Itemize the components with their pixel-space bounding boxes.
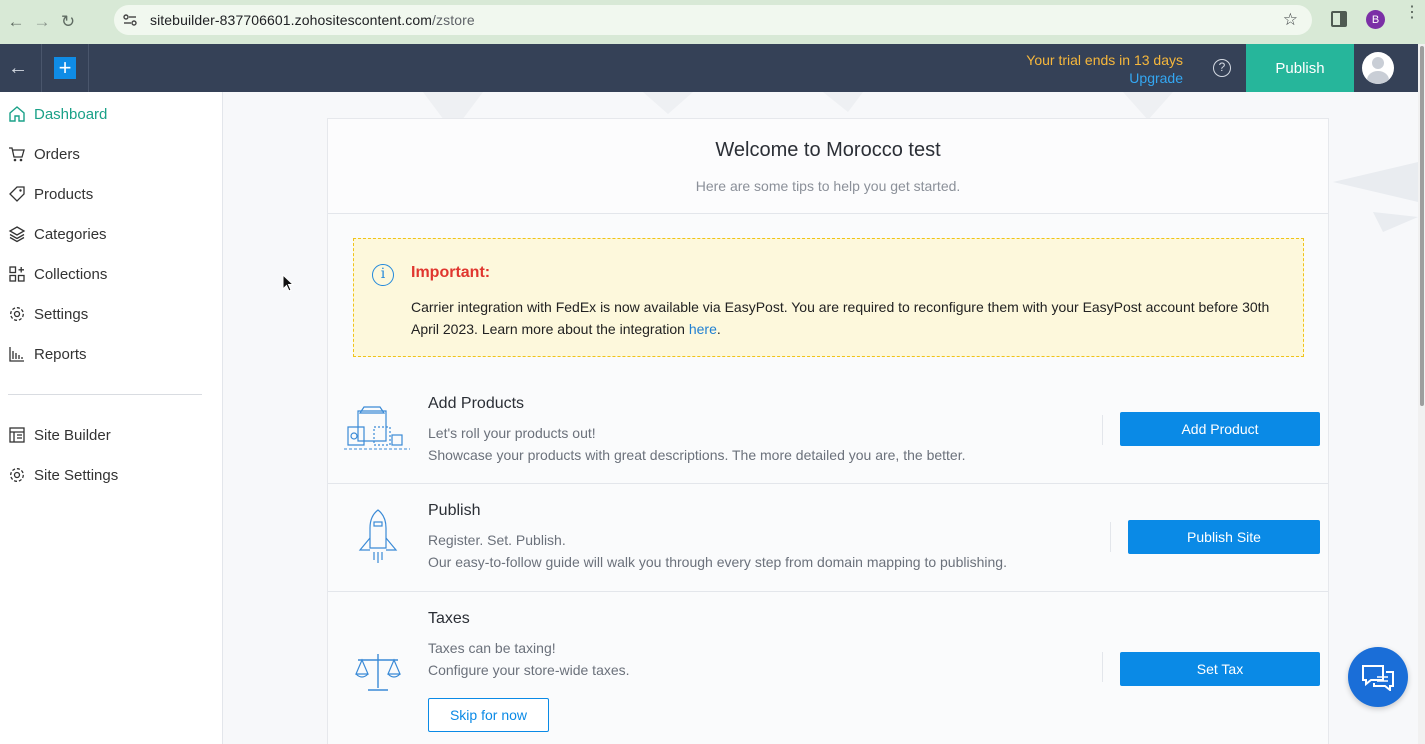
step-divider: [1102, 652, 1103, 682]
gear-icon: [8, 466, 26, 484]
reload-icon[interactable]: ↻: [57, 11, 79, 33]
upgrade-link[interactable]: Upgrade: [1010, 69, 1183, 87]
side-panel-icon[interactable]: [1331, 11, 1347, 27]
site-settings-icon[interactable]: [116, 6, 144, 34]
chat-support-button[interactable]: [1348, 647, 1408, 707]
step-tagline: Register. Set. Publish.: [428, 532, 566, 548]
sidebar-item-products[interactable]: Products: [0, 174, 222, 214]
notice-body: Carrier integration with FedEx is now av…: [411, 299, 1270, 337]
sidebar-item-label: Products: [34, 185, 94, 203]
page-title: Welcome to Morocco test: [715, 139, 941, 161]
sidebar-item-settings[interactable]: Settings: [0, 294, 222, 334]
browser-profile-avatar[interactable]: B: [1366, 10, 1385, 29]
welcome-header: Welcome to Morocco test Here are some ti…: [328, 119, 1328, 214]
scale-illustration-icon: [354, 652, 402, 697]
bar-chart-icon: [8, 345, 26, 363]
trial-text: Your trial ends in 13 days: [1026, 52, 1183, 68]
address-bar[interactable]: sitebuilder-837706601.zohositescontent.c…: [114, 5, 1312, 35]
publish-site-button[interactable]: Publish Site: [1128, 520, 1320, 554]
user-avatar[interactable]: [1362, 52, 1394, 84]
sidebar-item-label: Collections: [34, 265, 108, 283]
step-separator: [328, 483, 1328, 484]
sidebar-item-categories[interactable]: Categories: [0, 214, 222, 254]
step-title: Publish: [428, 502, 481, 519]
products-illustration-icon: [344, 405, 410, 458]
page-subtitle: Here are some tips to help you get start…: [695, 178, 961, 194]
sidebar-item-dashboard[interactable]: Dashboard: [0, 94, 222, 134]
help-icon[interactable]: ?: [1213, 59, 1231, 77]
scrollbar-thumb[interactable]: [1420, 46, 1424, 406]
tag-icon: [8, 185, 26, 203]
browser-menu-icon[interactable]: ⋮: [1404, 5, 1420, 28]
chat-icon: [1362, 665, 1394, 691]
sidebar-item-label: Site Settings: [34, 466, 119, 484]
sidebar-item-site-settings[interactable]: Site Settings: [0, 455, 222, 495]
sidebar-item-label: Orders: [34, 145, 80, 163]
back-arrow-icon[interactable]: ←: [5, 11, 27, 33]
step-divider: [1102, 415, 1103, 445]
add-icon[interactable]: +: [54, 57, 76, 79]
step-tagline: Taxes can be taxing!: [428, 640, 556, 656]
sidebar-item-site-builder[interactable]: Site Builder: [0, 415, 222, 455]
layers-icon: [8, 225, 26, 243]
trial-notice: Your trial ends in 13 days Upgrade: [1010, 51, 1183, 87]
step-tagline: Let's roll your products out!: [428, 425, 596, 441]
mouse-cursor-icon: [282, 273, 295, 298]
header-divider: [41, 44, 42, 92]
sidebar-divider: [8, 394, 202, 395]
step-description: Configure your store-wide taxes.: [428, 662, 630, 678]
skip-for-now-button[interactable]: Skip for now: [428, 698, 549, 732]
step-separator: [328, 591, 1328, 592]
sidebar-item-label: Settings: [34, 305, 89, 323]
app-header: ← + Your trial ends in 13 days Upgrade ?…: [0, 44, 1418, 92]
step-description: Our easy-to-follow guide will walk you t…: [428, 554, 1007, 570]
forward-arrow-icon[interactable]: →: [31, 11, 53, 33]
add-product-button[interactable]: Add Product: [1120, 412, 1320, 446]
notice-title: Important:: [411, 264, 491, 281]
important-notice: i Important: Carrier integration with Fe…: [353, 238, 1304, 357]
sidebar-item-label: Categories: [34, 225, 107, 243]
sidebar-item-label: Reports: [34, 345, 87, 363]
back-icon[interactable]: ←: [6, 56, 30, 80]
gear-icon: [8, 305, 26, 323]
bookmark-star-icon[interactable]: ☆: [1283, 10, 1298, 30]
sidebar-item-reports[interactable]: Reports: [0, 334, 222, 374]
step-title: Taxes: [428, 610, 470, 627]
sidebar: Dashboard Orders Products Categories Col…: [0, 92, 223, 744]
rocket-illustration-icon: [356, 508, 400, 569]
step-description: Showcase your products with great descri…: [428, 447, 966, 463]
step-title: Add Products: [428, 395, 525, 412]
cart-icon: [8, 145, 26, 163]
header-divider: [88, 44, 89, 92]
browser-toolbar: ← → ↻ sitebuilder-837706601.zohositescon…: [0, 0, 1425, 44]
url-text: sitebuilder-837706601.zohositescontent.c…: [150, 12, 475, 28]
step-divider: [1110, 522, 1111, 552]
home-icon: [8, 105, 26, 123]
sidebar-item-collections[interactable]: Collections: [0, 254, 222, 294]
sidebar-item-label: Dashboard: [34, 105, 108, 123]
info-icon: i: [372, 264, 394, 286]
sidebar-item-label: Site Builder: [34, 426, 111, 444]
grid-plus-icon: [8, 265, 26, 283]
sidebar-item-orders[interactable]: Orders: [0, 134, 222, 174]
learn-more-link[interactable]: here: [689, 321, 717, 337]
site-builder-icon: [8, 426, 26, 444]
set-tax-button[interactable]: Set Tax: [1120, 652, 1320, 686]
getting-started-card: Welcome to Morocco test Here are some ti…: [327, 118, 1329, 744]
publish-button[interactable]: Publish: [1246, 44, 1354, 92]
